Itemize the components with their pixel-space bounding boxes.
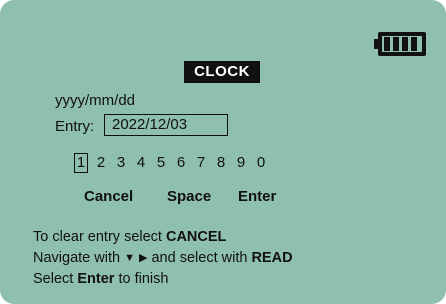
help-line-clear: To clear entry select CANCEL xyxy=(33,228,226,246)
help-line-finish: Select Enter to finish xyxy=(33,270,168,288)
digit-key-3[interactable]: 3 xyxy=(114,153,128,173)
help-key-cancel: CANCEL xyxy=(165,229,227,245)
help-key-enter: Enter xyxy=(77,271,115,287)
entry-label: Entry: xyxy=(55,118,95,135)
date-format-hint: yyyy/mm/dd xyxy=(55,92,136,109)
device-screen: CLOCK yyyy/mm/dd Entry: 2022/12/03 1 2 3… xyxy=(0,0,446,304)
help-text: To clear entry select xyxy=(33,229,166,245)
digit-keypad: 1 2 3 4 5 6 7 8 9 0 xyxy=(74,153,274,173)
help-key-read: READ xyxy=(251,250,293,266)
digit-key-9[interactable]: 9 xyxy=(234,153,248,173)
cancel-button[interactable]: Cancel xyxy=(84,188,133,206)
down-arrow-icon: ▼ xyxy=(124,252,135,264)
help-line-navigate: Navigate with ▼ ▶ and select with READ xyxy=(33,249,293,267)
space-button[interactable]: Space xyxy=(167,188,211,206)
help-text: to finish xyxy=(114,271,169,287)
help-text: Select xyxy=(33,271,78,287)
screen-title: CLOCK xyxy=(184,61,260,83)
digit-key-8[interactable]: 8 xyxy=(214,153,228,173)
battery-full-icon xyxy=(374,32,426,56)
help-text: Navigate with xyxy=(33,250,125,266)
digit-key-6[interactable]: 6 xyxy=(174,153,188,173)
date-entry-field[interactable]: 2022/12/03 xyxy=(104,114,228,136)
digit-key-0[interactable]: 0 xyxy=(254,153,268,173)
help-text: and select with xyxy=(147,250,252,266)
enter-button[interactable]: Enter xyxy=(238,188,276,206)
digit-key-5[interactable]: 5 xyxy=(154,153,168,173)
digit-key-7[interactable]: 7 xyxy=(194,153,208,173)
digit-key-1[interactable]: 1 xyxy=(74,153,88,173)
digit-key-2[interactable]: 2 xyxy=(94,153,108,173)
digit-key-4[interactable]: 4 xyxy=(134,153,148,173)
